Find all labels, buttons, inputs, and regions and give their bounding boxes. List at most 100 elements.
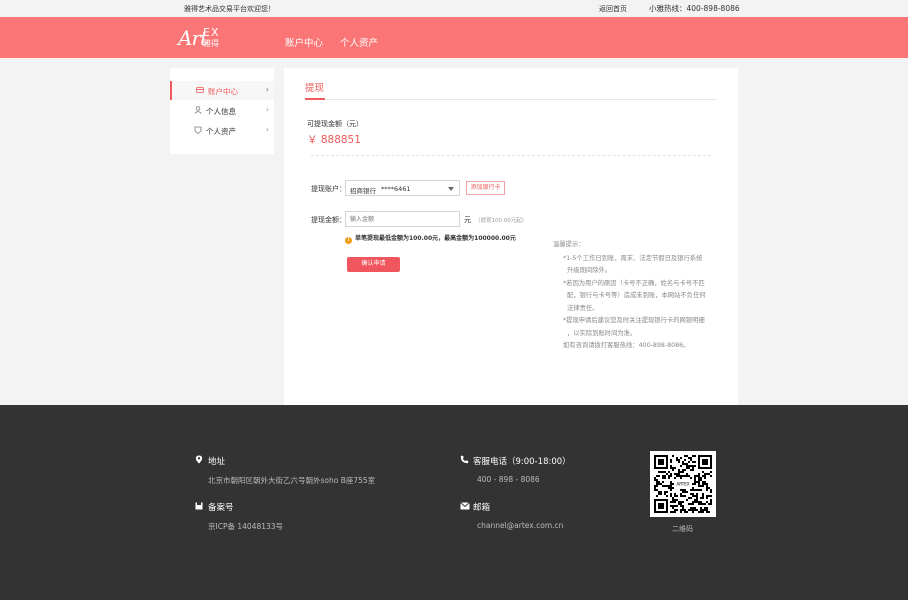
qr-module bbox=[692, 511, 694, 513]
warning-text: 单笔提现最低金额为100.00元，最高金额为100000.00元 bbox=[355, 235, 516, 242]
logo[interactable]: Art EX 雅得 bbox=[178, 25, 228, 51]
qr-module bbox=[710, 499, 712, 501]
chevron-right-icon: › bbox=[265, 105, 269, 114]
qr-module bbox=[682, 489, 684, 491]
qr-module bbox=[694, 481, 696, 483]
mail-icon bbox=[460, 502, 470, 512]
qr-module bbox=[704, 509, 706, 511]
qr-module bbox=[700, 501, 702, 503]
amount-hint: （提现100.00元起） bbox=[475, 218, 528, 224]
footer-email: 邮箱 channel@artex.com.cn bbox=[460, 501, 563, 530]
amount-label: 提现金额： bbox=[311, 216, 346, 224]
bank-account-select[interactable]: 招商银行 ****6461 bbox=[345, 180, 460, 196]
qr-module bbox=[700, 485, 702, 487]
nav-personal-assets[interactable]: 个人资产 bbox=[340, 38, 378, 49]
qr-module bbox=[674, 509, 676, 511]
qr-module bbox=[682, 475, 684, 477]
qr-module bbox=[702, 511, 704, 513]
sidebar-item-label: 账户中心 bbox=[208, 87, 238, 96]
qr-module bbox=[694, 475, 696, 477]
footer-record: 备案号 京ICP备 14048133号 bbox=[195, 501, 283, 532]
qr-module bbox=[696, 509, 698, 511]
qr-module bbox=[664, 471, 666, 473]
home-link[interactable]: 返回首页 bbox=[599, 4, 627, 14]
add-bank-card-button[interactable]: 添加银行卡 bbox=[466, 181, 505, 195]
qr-module bbox=[710, 491, 712, 493]
qr-module bbox=[706, 501, 708, 503]
qr-module bbox=[700, 489, 702, 491]
qr-module bbox=[688, 475, 690, 477]
title-underline bbox=[305, 98, 325, 100]
qr-module bbox=[682, 461, 684, 463]
qr-module bbox=[694, 465, 696, 467]
account-label: 提现账户： bbox=[311, 185, 346, 193]
qr-module bbox=[700, 511, 702, 513]
qr-module bbox=[670, 461, 672, 463]
qr-module bbox=[674, 467, 676, 469]
qr-module bbox=[654, 485, 656, 487]
qr-module bbox=[670, 465, 672, 467]
qr-module bbox=[658, 493, 660, 495]
qr-module bbox=[674, 505, 676, 507]
confirm-button[interactable]: 确认申请 bbox=[347, 257, 400, 272]
available-amount-value: ￥ 888851 bbox=[307, 134, 361, 146]
qr-code: ARTEX bbox=[650, 451, 716, 517]
qr-module bbox=[680, 501, 682, 503]
sidebar-item-personal-info[interactable]: 个人信息 › bbox=[170, 101, 274, 120]
qr-module bbox=[700, 503, 702, 505]
qr-module bbox=[694, 455, 696, 457]
sidebar-item-account-center[interactable]: 账户中心 › bbox=[170, 81, 274, 100]
qr-module bbox=[698, 479, 700, 481]
warning-icon: ! bbox=[345, 237, 352, 244]
qr-module bbox=[662, 477, 664, 479]
dashed-divider bbox=[311, 155, 711, 156]
qr-module bbox=[692, 483, 694, 485]
amount-input[interactable] bbox=[345, 211, 460, 227]
qr-module bbox=[680, 457, 682, 459]
email-text[interactable]: channel@artex.com.cn bbox=[460, 521, 563, 530]
qr-module bbox=[690, 469, 692, 471]
bank-name: 招商银行 bbox=[350, 187, 376, 195]
qr-module bbox=[696, 501, 698, 503]
sidebar-item-personal-assets[interactable]: 个人资产 › bbox=[170, 121, 274, 140]
qr-module bbox=[708, 511, 710, 513]
qr-module bbox=[676, 495, 678, 497]
qr-module bbox=[674, 501, 676, 503]
qr-module bbox=[696, 475, 698, 477]
qr-module bbox=[696, 493, 698, 495]
qr-module bbox=[708, 487, 710, 489]
qr-module bbox=[672, 507, 674, 509]
chevron-right-icon: › bbox=[265, 85, 269, 94]
qr-module bbox=[668, 485, 670, 487]
qr-module bbox=[692, 461, 694, 463]
qr-module bbox=[670, 473, 672, 475]
qr-module bbox=[708, 473, 710, 475]
qr-module bbox=[706, 511, 708, 513]
qr-module bbox=[690, 507, 692, 509]
qr-module bbox=[672, 501, 674, 503]
qr-module bbox=[694, 495, 696, 497]
nav-account-center[interactable]: 账户中心 bbox=[285, 38, 323, 49]
withdraw-panel: 提现 可提现金额（元） ￥ 888851 提现账户： 招商银行 ****6461… bbox=[284, 68, 738, 405]
qr-module bbox=[672, 505, 674, 507]
qr-module bbox=[672, 497, 674, 499]
qr-module bbox=[692, 501, 694, 503]
qr-module bbox=[702, 471, 704, 473]
qr-module bbox=[680, 493, 682, 495]
qr-module bbox=[692, 469, 694, 471]
qr-module bbox=[698, 501, 700, 503]
qr-module bbox=[694, 483, 696, 485]
qr-module bbox=[686, 473, 688, 475]
qr-module bbox=[676, 499, 678, 501]
qr-module bbox=[658, 481, 660, 483]
qr-module bbox=[688, 465, 690, 467]
qr-module bbox=[680, 471, 682, 473]
title-divider bbox=[305, 99, 717, 100]
qr-module bbox=[710, 489, 712, 491]
qr-module bbox=[696, 497, 698, 499]
qr-module bbox=[686, 499, 688, 501]
chevron-down-icon bbox=[448, 187, 454, 191]
qr-module bbox=[698, 481, 700, 483]
qr-finder-pattern bbox=[658, 503, 664, 509]
qr-module bbox=[704, 503, 706, 505]
